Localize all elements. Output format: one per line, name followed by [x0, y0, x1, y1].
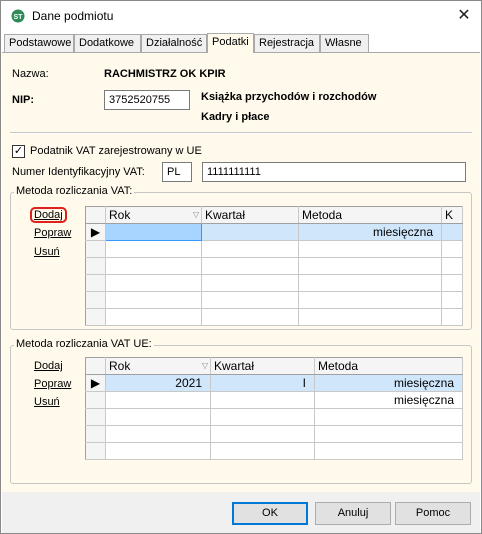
table-row[interactable]: ▶ 2021 I miesięczna	[85, 374, 463, 392]
table-row[interactable]	[85, 442, 463, 460]
vat-ue-checkbox-label: Podatnik VAT zarejestrowany w UE	[30, 145, 202, 157]
table-row[interactable]: ▶ miesięczna	[85, 223, 463, 241]
name-value: RACHMISTRZ OK KPIR	[104, 68, 226, 80]
column-label: Rok	[109, 208, 131, 222]
vat-number-field[interactable]: 1111111111	[202, 162, 466, 182]
separator	[10, 132, 472, 134]
tab-dzialalnosc[interactable]: Działalność	[141, 34, 207, 52]
ok-button[interactable]: OK	[232, 502, 308, 525]
cell-kwartal[interactable]: I	[210, 374, 315, 392]
tab-dodatkowe[interactable]: Dodatkowe	[74, 34, 141, 52]
cell-metoda[interactable]: miesięczna	[314, 374, 463, 392]
current-row-arrow-icon: ▶	[85, 374, 106, 392]
tab-podstawowe[interactable]: Podstawowe	[4, 34, 74, 52]
table-row[interactable]	[85, 274, 463, 292]
cell-metoda[interactable]: miesięczna	[314, 391, 463, 409]
vat-delete-link[interactable]: Usuń	[34, 246, 60, 258]
table-row[interactable]	[85, 257, 463, 275]
vat-ue-add-link[interactable]: Dodaj	[34, 360, 63, 372]
title-bar: ST Dane podmiotu ✕	[1, 1, 481, 31]
table-row[interactable]	[85, 240, 463, 258]
vat-ue-edit-link[interactable]: Popraw	[34, 378, 71, 390]
current-row-arrow-icon: ▶	[85, 223, 106, 241]
vat-method-group-title: Metoda rozliczania VAT:	[14, 185, 135, 197]
tab-wlasne[interactable]: Własne	[320, 34, 369, 52]
cell-k[interactable]	[441, 223, 463, 241]
book-type-label: Książka przychodów i rozchodów	[201, 91, 377, 103]
dialog-window: ST Dane podmiotu ✕ Podstawowe Dodatkowe …	[0, 0, 482, 534]
window-title: Dane podmiotu	[32, 9, 114, 23]
close-icon[interactable]: ✕	[447, 1, 481, 31]
app-icon: ST	[11, 9, 25, 23]
nip-label: NIP:	[12, 94, 34, 106]
table-row[interactable]: miesięczna	[85, 391, 463, 409]
vat-ue-method-table: Rok ▽ Kwartał Metoda ▶ 2021 I miesięczna …	[85, 357, 463, 460]
cell-rok[interactable]: 2021	[105, 374, 211, 392]
vat-ue-delete-link[interactable]: Usuń	[34, 396, 60, 408]
vat-add-link[interactable]: Dodaj	[30, 207, 67, 223]
sort-triangle-icon: ▽	[192, 210, 199, 219]
table-row[interactable]	[85, 425, 463, 443]
column-header-metoda[interactable]: Metoda	[298, 206, 442, 224]
vat-country-field[interactable]: PL	[162, 162, 192, 182]
cancel-button[interactable]: Anuluj	[315, 502, 391, 525]
row-indicator-header	[85, 357, 106, 375]
tab-podatki[interactable]: Podatki	[207, 33, 254, 53]
hr-label: Kadry i płace	[201, 111, 270, 123]
column-header-kwartal[interactable]: Kwartał	[210, 357, 315, 375]
name-label: Nazwa:	[12, 68, 49, 80]
vat-method-table: Rok ▽ Kwartał Metoda K ▶ miesięczna	[85, 206, 463, 326]
nip-field[interactable]: 3752520755	[104, 90, 190, 110]
column-header-rok[interactable]: Rok ▽	[105, 357, 211, 375]
column-header-k[interactable]: K	[441, 206, 463, 224]
table-row[interactable]	[85, 408, 463, 426]
tab-strip: Podstawowe Dodatkowe Działalność Podatki…	[1, 33, 481, 53]
table-row[interactable]	[85, 291, 463, 309]
column-header-kwartal[interactable]: Kwartał	[201, 206, 299, 224]
column-header-metoda[interactable]: Metoda	[314, 357, 463, 375]
tab-panel-podatki: Nazwa: RACHMISTRZ OK KPIR NIP: 375252075…	[2, 52, 480, 492]
vat-id-label: Numer Identyfikacyjny VAT:	[12, 166, 145, 178]
cell-rok[interactable]	[105, 391, 211, 409]
vat-ue-checkbox[interactable]: ✓	[12, 145, 25, 158]
table-row[interactable]	[85, 308, 463, 326]
cell-metoda[interactable]: miesięczna	[298, 223, 442, 241]
vat-edit-link[interactable]: Popraw	[34, 227, 71, 239]
cell-rok[interactable]	[105, 223, 202, 241]
sort-triangle-icon: ▽	[201, 361, 208, 370]
row-indicator-header	[85, 206, 106, 224]
table-header-row: Rok ▽ Kwartał Metoda K	[85, 206, 463, 224]
column-header-rok[interactable]: Rok ▽	[105, 206, 202, 224]
column-label: Rok	[109, 359, 131, 373]
cell-kwartal[interactable]	[210, 391, 315, 409]
cell-kwartal[interactable]	[201, 223, 299, 241]
svg-text:ST: ST	[14, 14, 24, 21]
table-header-row: Rok ▽ Kwartał Metoda	[85, 357, 463, 375]
vat-ue-method-group-title: Metoda rozliczania VAT UE:	[14, 338, 154, 350]
button-bar: OK Anuluj Pomoc	[2, 492, 480, 533]
tab-rejestracja[interactable]: Rejestracja	[254, 34, 320, 52]
help-button[interactable]: Pomoc	[395, 502, 471, 525]
